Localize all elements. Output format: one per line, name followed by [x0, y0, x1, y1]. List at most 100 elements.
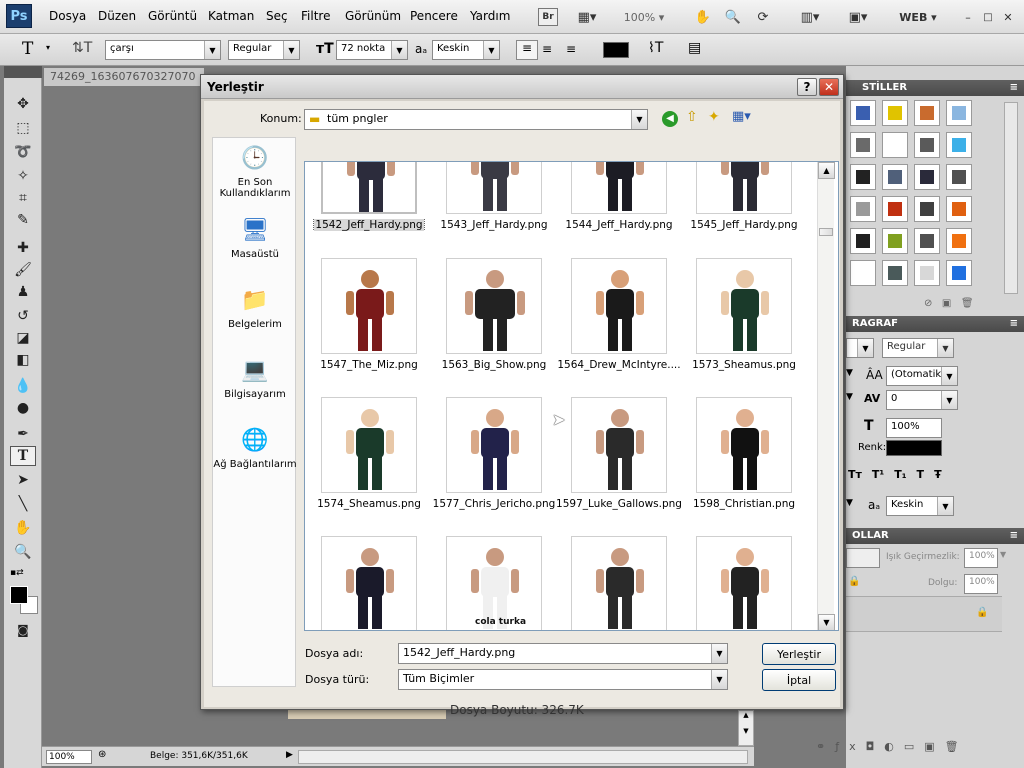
- file-name-label[interactable]: 1544_Jeff_Hardy.png: [554, 219, 684, 231]
- menu-layer[interactable]: Katman: [208, 9, 254, 23]
- tracking-select[interactable]: 0 ▼: [886, 390, 958, 410]
- style-swatch[interactable]: [914, 132, 940, 158]
- styles-tab[interactable]: STİLLER: [862, 82, 907, 93]
- zoom-tool-icon[interactable]: 🔍: [10, 542, 36, 562]
- file-name-label[interactable]: 1574_Sheamus.png: [305, 498, 434, 510]
- text-color-swatch[interactable]: [603, 42, 629, 58]
- styles-scrollbar[interactable]: [1004, 102, 1018, 294]
- style-swatch[interactable]: [882, 100, 908, 126]
- file-list-scrollbar[interactable]: ▲ ▼: [817, 162, 835, 630]
- font-size-select[interactable]: 72 nokta ▼: [336, 40, 408, 60]
- style-swatch[interactable]: [946, 228, 972, 254]
- hand-tool-icon[interactable]: ✋: [692, 6, 714, 28]
- styles-footer-icons[interactable]: ⊘ ▣ 🗑: [924, 298, 974, 309]
- place-network[interactable]: 🌐 Ağ Bağlantılarım: [213, 426, 297, 470]
- dodge-tool-icon[interactable]: ●: [10, 398, 36, 418]
- style-swatch[interactable]: [914, 228, 940, 254]
- style-swatch[interactable]: [882, 260, 908, 286]
- opacity-input[interactable]: 100%: [964, 548, 998, 568]
- align-right-icon[interactable]: ≡: [566, 42, 576, 56]
- font-family-select-small[interactable]: ▼: [846, 338, 874, 358]
- style-swatch[interactable]: [946, 164, 972, 190]
- arrange-documents-icon[interactable]: ▥▾: [794, 6, 826, 28]
- menu-filter[interactable]: Filtre: [301, 9, 330, 23]
- style-swatch[interactable]: [882, 196, 908, 222]
- dialog-close-button[interactable]: ✕: [819, 78, 839, 96]
- clone-stamp-tool-icon[interactable]: ♟: [10, 282, 36, 302]
- file-thumbnail[interactable]: [321, 397, 417, 493]
- kerning-dropdown-arrow-icon[interactable]: ▼: [846, 392, 853, 402]
- back-icon[interactable]: ◀: [662, 111, 678, 127]
- file-thumbnail[interactable]: [696, 397, 792, 493]
- antialias-select-panel[interactable]: Keskin ▼: [886, 496, 954, 516]
- help-button[interactable]: ?: [797, 78, 817, 96]
- type-variant-button[interactable]: Ŧ: [934, 468, 942, 481]
- rotate-view-icon[interactable]: ⟳: [752, 6, 774, 28]
- antialias-select[interactable]: Keskin ▼: [432, 40, 500, 60]
- place-documents[interactable]: 📁 Belgelerim: [213, 286, 297, 330]
- align-left-icon[interactable]: ≡: [516, 40, 538, 60]
- type-variant-button[interactable]: T: [917, 468, 925, 481]
- file-thumbnail[interactable]: [446, 162, 542, 214]
- status-menu-arrow-icon[interactable]: ▶: [286, 750, 293, 760]
- file-name-label[interactable]: 1573_Sheamus.png: [679, 359, 809, 371]
- font-family-select[interactable]: çarşı ▼: [105, 40, 221, 60]
- style-swatch[interactable]: [946, 196, 972, 222]
- file-thumbnail[interactable]: [571, 536, 667, 630]
- minimize-icon[interactable]: –: [960, 6, 976, 28]
- leading-select[interactable]: (Otomatik ▼: [886, 366, 958, 386]
- crop-tool-icon[interactable]: ⌗: [10, 188, 36, 208]
- place-desktop[interactable]: 🖥 Masaüstü: [213, 216, 297, 260]
- opacity-dropdown-icon[interactable]: ▼: [1000, 550, 1006, 559]
- close-icon[interactable]: ✕: [1000, 6, 1016, 28]
- screen-mode-icon[interactable]: ▣▾: [842, 6, 874, 28]
- file-name-label[interactable]: 1542_Jeff_Hardy.png: [305, 219, 434, 231]
- style-swatch[interactable]: [850, 196, 876, 222]
- type-tool-icon[interactable]: T: [10, 446, 36, 466]
- new-folder-icon[interactable]: ✦: [708, 109, 720, 125]
- file-name-label[interactable]: 1564_Drew_McIntyre....: [554, 359, 684, 371]
- move-tool-icon[interactable]: ✥: [10, 94, 36, 114]
- file-thumbnail[interactable]: [571, 397, 667, 493]
- language-dropdown-arrow-icon[interactable]: ▼: [846, 498, 853, 508]
- style-swatch[interactable]: [914, 196, 940, 222]
- scroll-down-icon[interactable]: ▼: [818, 614, 835, 630]
- place-computer[interactable]: 💻 Bilgisayarım: [213, 356, 297, 400]
- paragraph-tab[interactable]: RAGRAF: [852, 318, 898, 329]
- eraser-tool-icon[interactable]: ◪: [10, 328, 36, 348]
- layers-footer-icons[interactable]: ⚭ƒx◘◐▭▣🗑: [816, 740, 1016, 753]
- file-name-label[interactable]: 1547_The_Miz.png: [305, 359, 434, 371]
- menu-view[interactable]: Görünüm: [345, 9, 401, 23]
- file-thumbnail[interactable]: [571, 258, 667, 354]
- fill-input[interactable]: 100%: [964, 574, 998, 594]
- quick-mask-icon[interactable]: ◙: [10, 620, 36, 640]
- file-thumbnail[interactable]: [446, 258, 542, 354]
- file-name-label[interactable]: 1597_Luke_Gallows.png: [554, 498, 684, 510]
- style-swatch[interactable]: [946, 260, 972, 286]
- foreground-color-swatch[interactable]: [10, 586, 28, 604]
- menu-help[interactable]: Yardım: [470, 9, 510, 23]
- scroll-thumb[interactable]: [819, 228, 833, 236]
- file-thumbnail[interactable]: [321, 536, 417, 630]
- document-tab[interactable]: 74269_163607670327070: [44, 68, 204, 86]
- hand-tool-icon[interactable]: ✋: [10, 518, 36, 538]
- horizontal-scale-input[interactable]: 100%: [886, 418, 942, 438]
- up-folder-icon[interactable]: ⇧: [686, 109, 698, 125]
- align-center-icon[interactable]: ≡: [542, 42, 552, 56]
- style-swatch[interactable]: [914, 260, 940, 286]
- type-variant-button[interactable]: T¹: [872, 468, 884, 481]
- default-colors-icon[interactable]: ▪⇄: [10, 568, 24, 578]
- font-style-select-small[interactable]: Regular ▼: [882, 338, 954, 358]
- eyedropper-tool-icon[interactable]: ✎: [10, 210, 36, 230]
- file-type-select[interactable]: Tüm Biçimler ▼: [398, 669, 728, 690]
- style-swatch[interactable]: [882, 228, 908, 254]
- file-thumbnail[interactable]: [696, 162, 792, 214]
- file-name-label[interactable]: 1545_Jeff_Hardy.png: [679, 219, 809, 231]
- maximize-icon[interactable]: □: [980, 6, 996, 28]
- history-brush-tool-icon[interactable]: ↺: [10, 306, 36, 326]
- layers-tab[interactable]: OLLAR: [852, 530, 889, 541]
- blend-mode-select[interactable]: [846, 548, 880, 568]
- file-thumbnail[interactable]: cola turka: [446, 536, 542, 630]
- path-selection-tool-icon[interactable]: ➤: [10, 470, 36, 490]
- blur-tool-icon[interactable]: 💧: [10, 376, 36, 396]
